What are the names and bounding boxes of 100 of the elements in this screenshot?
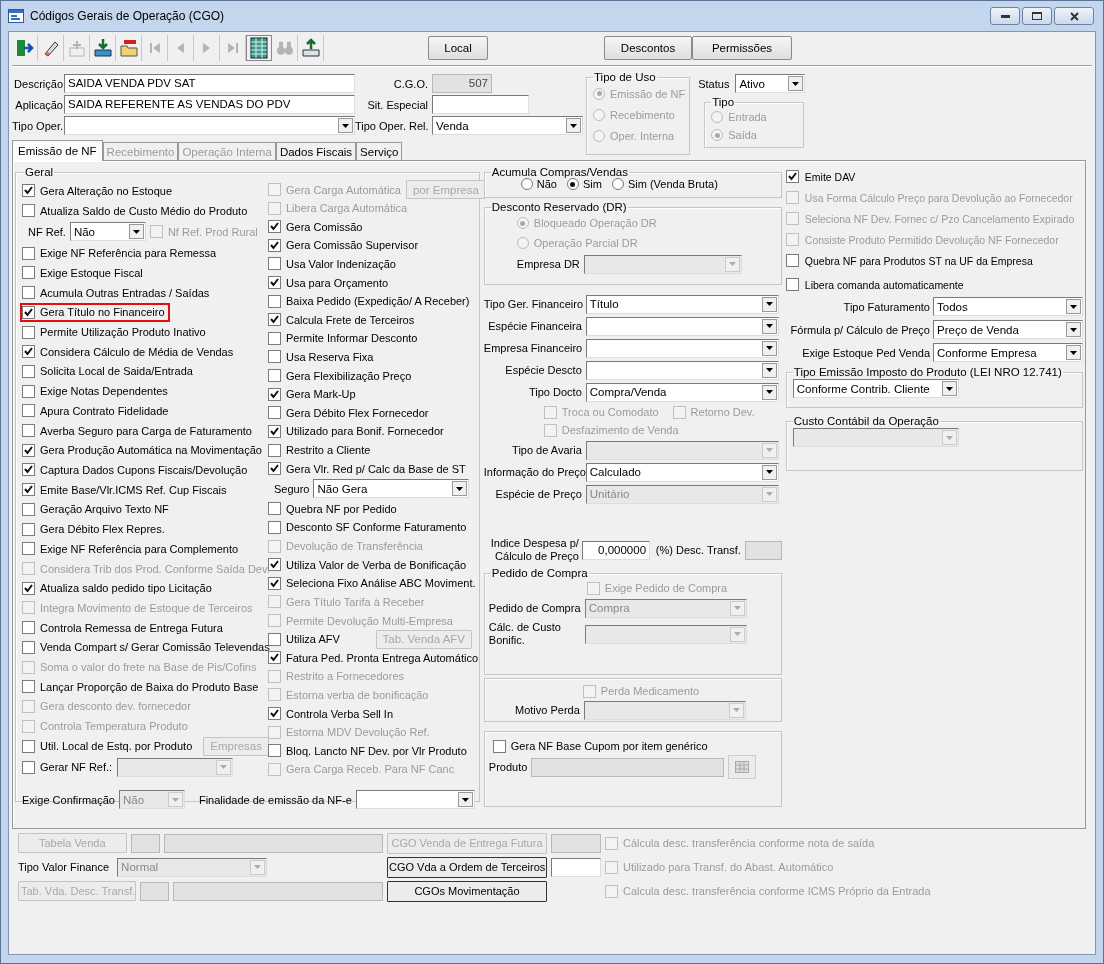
checkbox[interactable] [22,286,35,300]
checkbox[interactable] [22,443,35,457]
toolbar-text-button[interactable]: Permissões [692,36,792,60]
checkbox[interactable] [268,257,281,271]
caret-icon [941,430,957,445]
field-label: Fórmula p/ Cálculo de Preço [790,323,930,336]
checkbox[interactable] [268,520,281,534]
checkbox[interactable] [22,246,35,260]
checkbox-label: Permite Utilização Produto Inativo [40,326,206,339]
checkbox[interactable] [785,254,799,267]
text-field[interactable] [744,540,782,560]
checkbox[interactable] [22,384,35,398]
dropdown[interactable]: Conforme Empresa [933,343,1083,362]
checkbox[interactable] [268,331,281,345]
checkbox[interactable] [22,640,35,654]
checkbox[interactable] [22,621,35,635]
minimize-icon [1000,14,1010,18]
checkbox[interactable] [268,744,281,758]
dropdown[interactable] [585,338,779,358]
checkbox-label: Atualiza saldo pedido tipo Licitação [40,582,212,595]
checkbox[interactable] [22,502,35,516]
text-field[interactable]: SAIDA REFERENTE AS VENDAS DO PDV [64,95,355,114]
maximize-button[interactable] [1022,7,1052,25]
checkbox[interactable] [268,632,281,646]
dropdown[interactable] [64,116,355,135]
checkbox[interactable] [22,305,35,319]
checkbox[interactable] [22,364,35,378]
checkbox[interactable] [22,680,35,694]
checkbox[interactable] [22,463,35,477]
dropdown[interactable] [355,790,475,809]
minimize-button[interactable] [990,7,1020,25]
checkbox-label: Gera Produção Automática na Movimentação [40,444,262,457]
checkbox[interactable] [268,707,281,721]
dropdown[interactable]: Calculado [585,462,779,482]
checkbox[interactable] [22,522,35,536]
checkbox-label: Gera Alteração no Estoque [40,184,173,197]
checkbox[interactable] [268,220,281,234]
caret-icon [1066,322,1081,337]
close-button[interactable] [1054,7,1094,25]
checkbox[interactable] [785,170,799,183]
checkbox[interactable] [268,276,281,290]
checkbox[interactable] [268,424,281,438]
checkbox[interactable] [22,542,35,556]
field-label: Tipo Oper. [12,119,64,132]
radio-button[interactable] [520,178,533,190]
text-field[interactable]: SAIDA VENDA PDV SAT [64,74,355,93]
dropdown[interactable]: Não Gera [313,479,470,499]
checkbox[interactable] [268,350,281,364]
dropdown[interactable]: Ativo [735,74,806,93]
tab[interactable]: Emissão de NF [12,140,103,161]
checkbox[interactable] [268,462,281,476]
toolbar-button[interactable] [246,35,272,61]
checkbox[interactable] [268,313,281,327]
dropdown[interactable]: Compra/Venda [585,382,779,402]
dropdown[interactable]: Não [69,222,146,242]
dropdown[interactable] [585,360,779,380]
checkbox[interactable] [22,345,35,359]
tab[interactable]: Dados Fiscais [275,142,357,160]
checkbox[interactable] [22,266,35,280]
checkbox[interactable] [22,483,35,497]
checkbox[interactable] [268,576,281,590]
checkbox[interactable] [785,278,799,291]
field-label: Tipo Oper. Rel. [355,119,428,132]
checkbox[interactable] [22,761,35,774]
dropdown[interactable]: Venda [432,116,583,135]
checkbox[interactable] [22,404,35,418]
radio-button[interactable] [611,178,624,190]
checkbox[interactable] [268,406,281,420]
checkbox[interactable] [268,238,281,252]
dropdown[interactable]: Todos [933,297,1083,316]
checkbox[interactable] [268,369,281,383]
checkbox-label: Nf Ref. Prod Rural [167,225,258,238]
dropdown[interactable]: Preço de Venda [933,320,1083,339]
checkbox[interactable] [22,325,35,339]
checkbox[interactable] [268,558,281,572]
checkbox[interactable] [268,502,281,516]
checkbox[interactable] [268,294,281,308]
text-field[interactable]: 0,000000 [581,540,651,560]
checkbox[interactable] [22,740,35,753]
checkbox[interactable] [268,443,281,457]
radio-button[interactable] [567,178,579,190]
checkbox[interactable] [22,184,35,198]
checkbox[interactable] [22,581,35,595]
checkbox-label: Gera desconto dev. fornecedor [40,700,191,713]
plus-box-icon [68,39,85,57]
dropdown[interactable]: Conforme Contrib. Cliente [792,379,959,398]
tab[interactable]: Serviço [356,142,403,160]
radio-label: Operação Parcial DR [533,237,638,249]
field-label: Exige Confirmação [22,793,115,806]
checkbox[interactable] [22,204,35,218]
dropdown[interactable]: Título [585,294,779,314]
toolbar-text-button[interactable]: Descontos [604,36,692,60]
checkbox[interactable] [268,387,281,401]
button[interactable]: CGOs Movimentação [387,880,547,902]
toolbar-text-button[interactable]: Local [428,36,488,60]
checkbox[interactable] [268,651,281,665]
dropdown[interactable] [585,316,779,336]
checkbox[interactable] [22,424,35,438]
text-field[interactable] [432,95,529,114]
checkbox[interactable] [492,739,506,753]
